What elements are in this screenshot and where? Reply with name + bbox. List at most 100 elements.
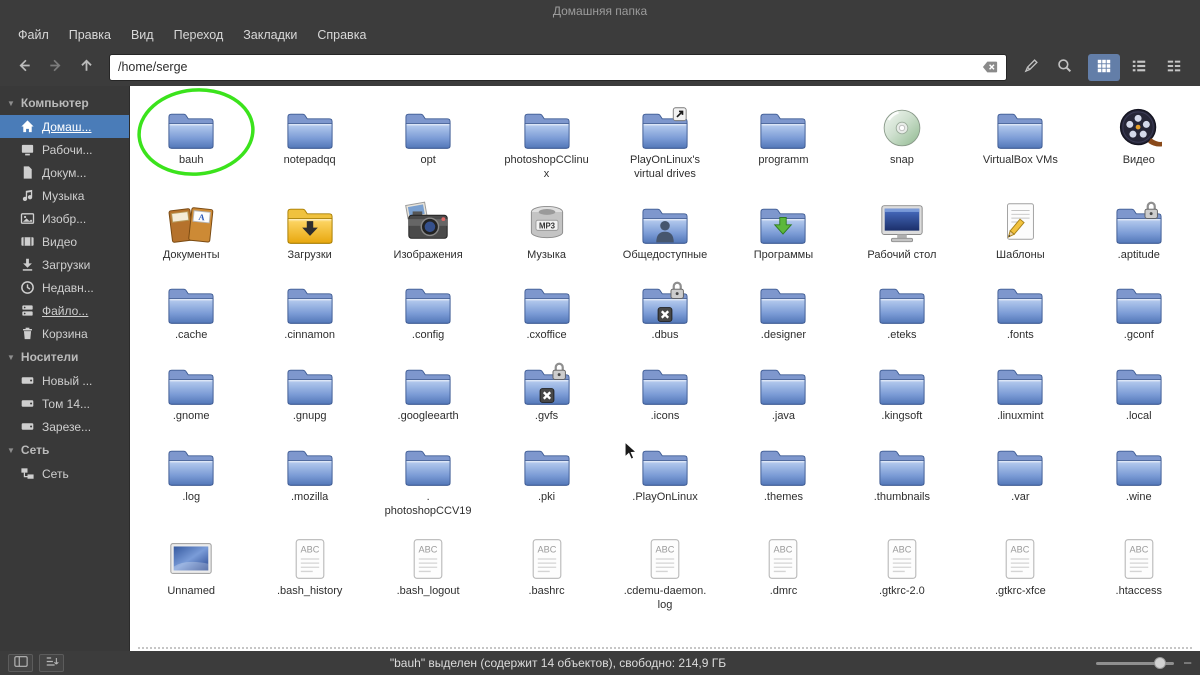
up-button[interactable] [72,54,100,80]
file-item[interactable]: .thumbnails [843,433,961,528]
toolbar: /home/serge [0,48,1200,86]
file-item[interactable]: .gvfs [487,352,605,433]
compact-view-button[interactable] [1158,54,1190,81]
sidebar-item[interactable]: Видео [0,230,129,253]
file-item[interactable]: Общедоступные [606,191,724,272]
file-item[interactable]: photoshopCClinu x [487,96,605,191]
sidebar-item[interactable]: Файло... [0,299,129,322]
file-item[interactable]: .eteks [843,271,961,352]
file-item[interactable]: .linuxmint [961,352,1079,433]
file-item[interactable]: .java [724,352,842,433]
sidebar-item[interactable]: Зарезе... [0,415,129,438]
file-item[interactable]: .gnupg [250,352,368,433]
camera-icon [401,196,455,246]
file-item[interactable]: notepadqq [250,96,368,191]
file-item[interactable]: VirtualBox VMs [961,96,1079,191]
file-item[interactable]: ABC .htaccess [1080,527,1198,622]
file-item[interactable]: .mozilla [250,433,368,528]
sidebar-item[interactable]: Докум... [0,161,129,184]
file-item[interactable]: .designer [724,271,842,352]
file-item[interactable]: programm [724,96,842,191]
zoom-knob[interactable] [1154,657,1167,669]
file-item[interactable]: ABC .dmrc [724,527,842,622]
sidebar-item[interactable]: Музыка [0,184,129,207]
sidebar-item-label: Файло... [42,303,89,318]
file-item[interactable]: bauh [132,96,250,191]
file-item[interactable]: .cxoffice [487,271,605,352]
file-item[interactable]: opt [369,96,487,191]
show-treeview-button[interactable] [39,654,64,672]
file-item[interactable]: .PlayOnLinux [606,433,724,528]
sidebar-item[interactable]: Недавн... [0,276,129,299]
sidebar-item[interactable]: Новый ... [0,369,129,392]
sidebar-item[interactable]: Корзина [0,322,129,345]
sidebar-item[interactable]: Загрузки [0,253,129,276]
sidebar-item[interactable]: Том 14... [0,392,129,415]
file-item[interactable]: .wine [1080,433,1198,528]
file-item[interactable]: .googleearth [369,352,487,433]
zoom-out-icon[interactable]: − [1183,656,1192,671]
file-item[interactable]: MP3 Музыка [487,191,605,272]
file-item[interactable]: Программы [724,191,842,272]
file-item[interactable]: .pki [487,433,605,528]
file-item[interactable]: Рабочий стол [843,191,961,272]
sidebar-section-header-2[interactable]: ▼ Сеть [0,438,129,462]
toggle-location-entry-button[interactable] [1016,54,1046,80]
file-item[interactable]: ABC .gtkrc-xfce [961,527,1079,622]
file-item[interactable]: .icons [606,352,724,433]
file-item[interactable]: .local [1080,352,1198,433]
sidebar-item[interactable]: Домаш... [0,115,129,138]
list-view-button[interactable] [1123,54,1155,81]
file-item[interactable]: .aptitude [1080,191,1198,272]
icon-view-button[interactable] [1088,53,1120,81]
forward-button[interactable] [41,54,69,80]
file-item[interactable]: ABC .bash_history [250,527,368,622]
file-item[interactable]: A Документы [132,191,250,272]
menu-help[interactable]: Справка [307,24,376,46]
file-item[interactable]: .gconf [1080,271,1198,352]
file-item[interactable]: Шаблоны [961,191,1079,272]
file-item[interactable]: ABC .gtkrc-2.0 [843,527,961,622]
menu-edit[interactable]: Правка [59,24,121,46]
file-item[interactable]: .themes [724,433,842,528]
file-item[interactable]: Видео [1080,96,1198,191]
menu-go[interactable]: Переход [164,24,234,46]
file-item[interactable]: .cache [132,271,250,352]
location-bar[interactable]: /home/serge [109,53,1007,81]
file-item[interactable]: ABC .bashrc [487,527,605,622]
file-item[interactable]: ABC .bash_logout [369,527,487,622]
sidebar-section-header-1[interactable]: ▼ Носители [0,345,129,369]
file-item[interactable]: .log [132,433,250,528]
file-item[interactable]: . photoshopCCV19 [369,433,487,528]
zoom-slider[interactable] [1096,657,1175,669]
file-item[interactable]: Загрузки [250,191,368,272]
back-button[interactable] [10,54,38,80]
sidebar-item[interactable]: Рабочи... [0,138,129,161]
file-label: .cxoffice [526,329,567,342]
sidebar-item[interactable]: Сеть [0,462,129,485]
folder-icon [757,438,809,488]
file-item[interactable]: Изображения [369,191,487,272]
file-label: .mozilla [291,490,329,503]
sidebar-section-header-0[interactable]: ▼ Компьютер [0,91,129,115]
file-item[interactable]: .dbus [606,271,724,352]
file-item[interactable]: .kingsoft [843,352,961,433]
file-item[interactable]: .cinnamon [250,271,368,352]
file-item[interactable]: .gnome [132,352,250,433]
file-item[interactable]: Unnamed [132,527,250,622]
menu-view[interactable]: Вид [121,24,164,46]
file-item[interactable]: .config [369,271,487,352]
file-item[interactable]: .var [961,433,1079,528]
menu-bookmarks[interactable]: Закладки [233,24,307,46]
file-item[interactable]: .fonts [961,271,1079,352]
folder-icon [521,276,573,326]
search-button[interactable] [1049,54,1079,80]
file-item[interactable]: snap [843,96,961,191]
clear-location-icon[interactable] [982,60,998,74]
menu-file[interactable]: Файл [8,24,59,46]
title-bar[interactable]: Домашняя папка [0,0,1200,22]
file-item[interactable]: ABC .cdemu-daemon. log [606,527,724,622]
file-item[interactable]: PlayOnLinux's virtual drives [606,96,724,191]
sidebar-item[interactable]: Изобр... [0,207,129,230]
show-places-button[interactable] [8,654,33,672]
